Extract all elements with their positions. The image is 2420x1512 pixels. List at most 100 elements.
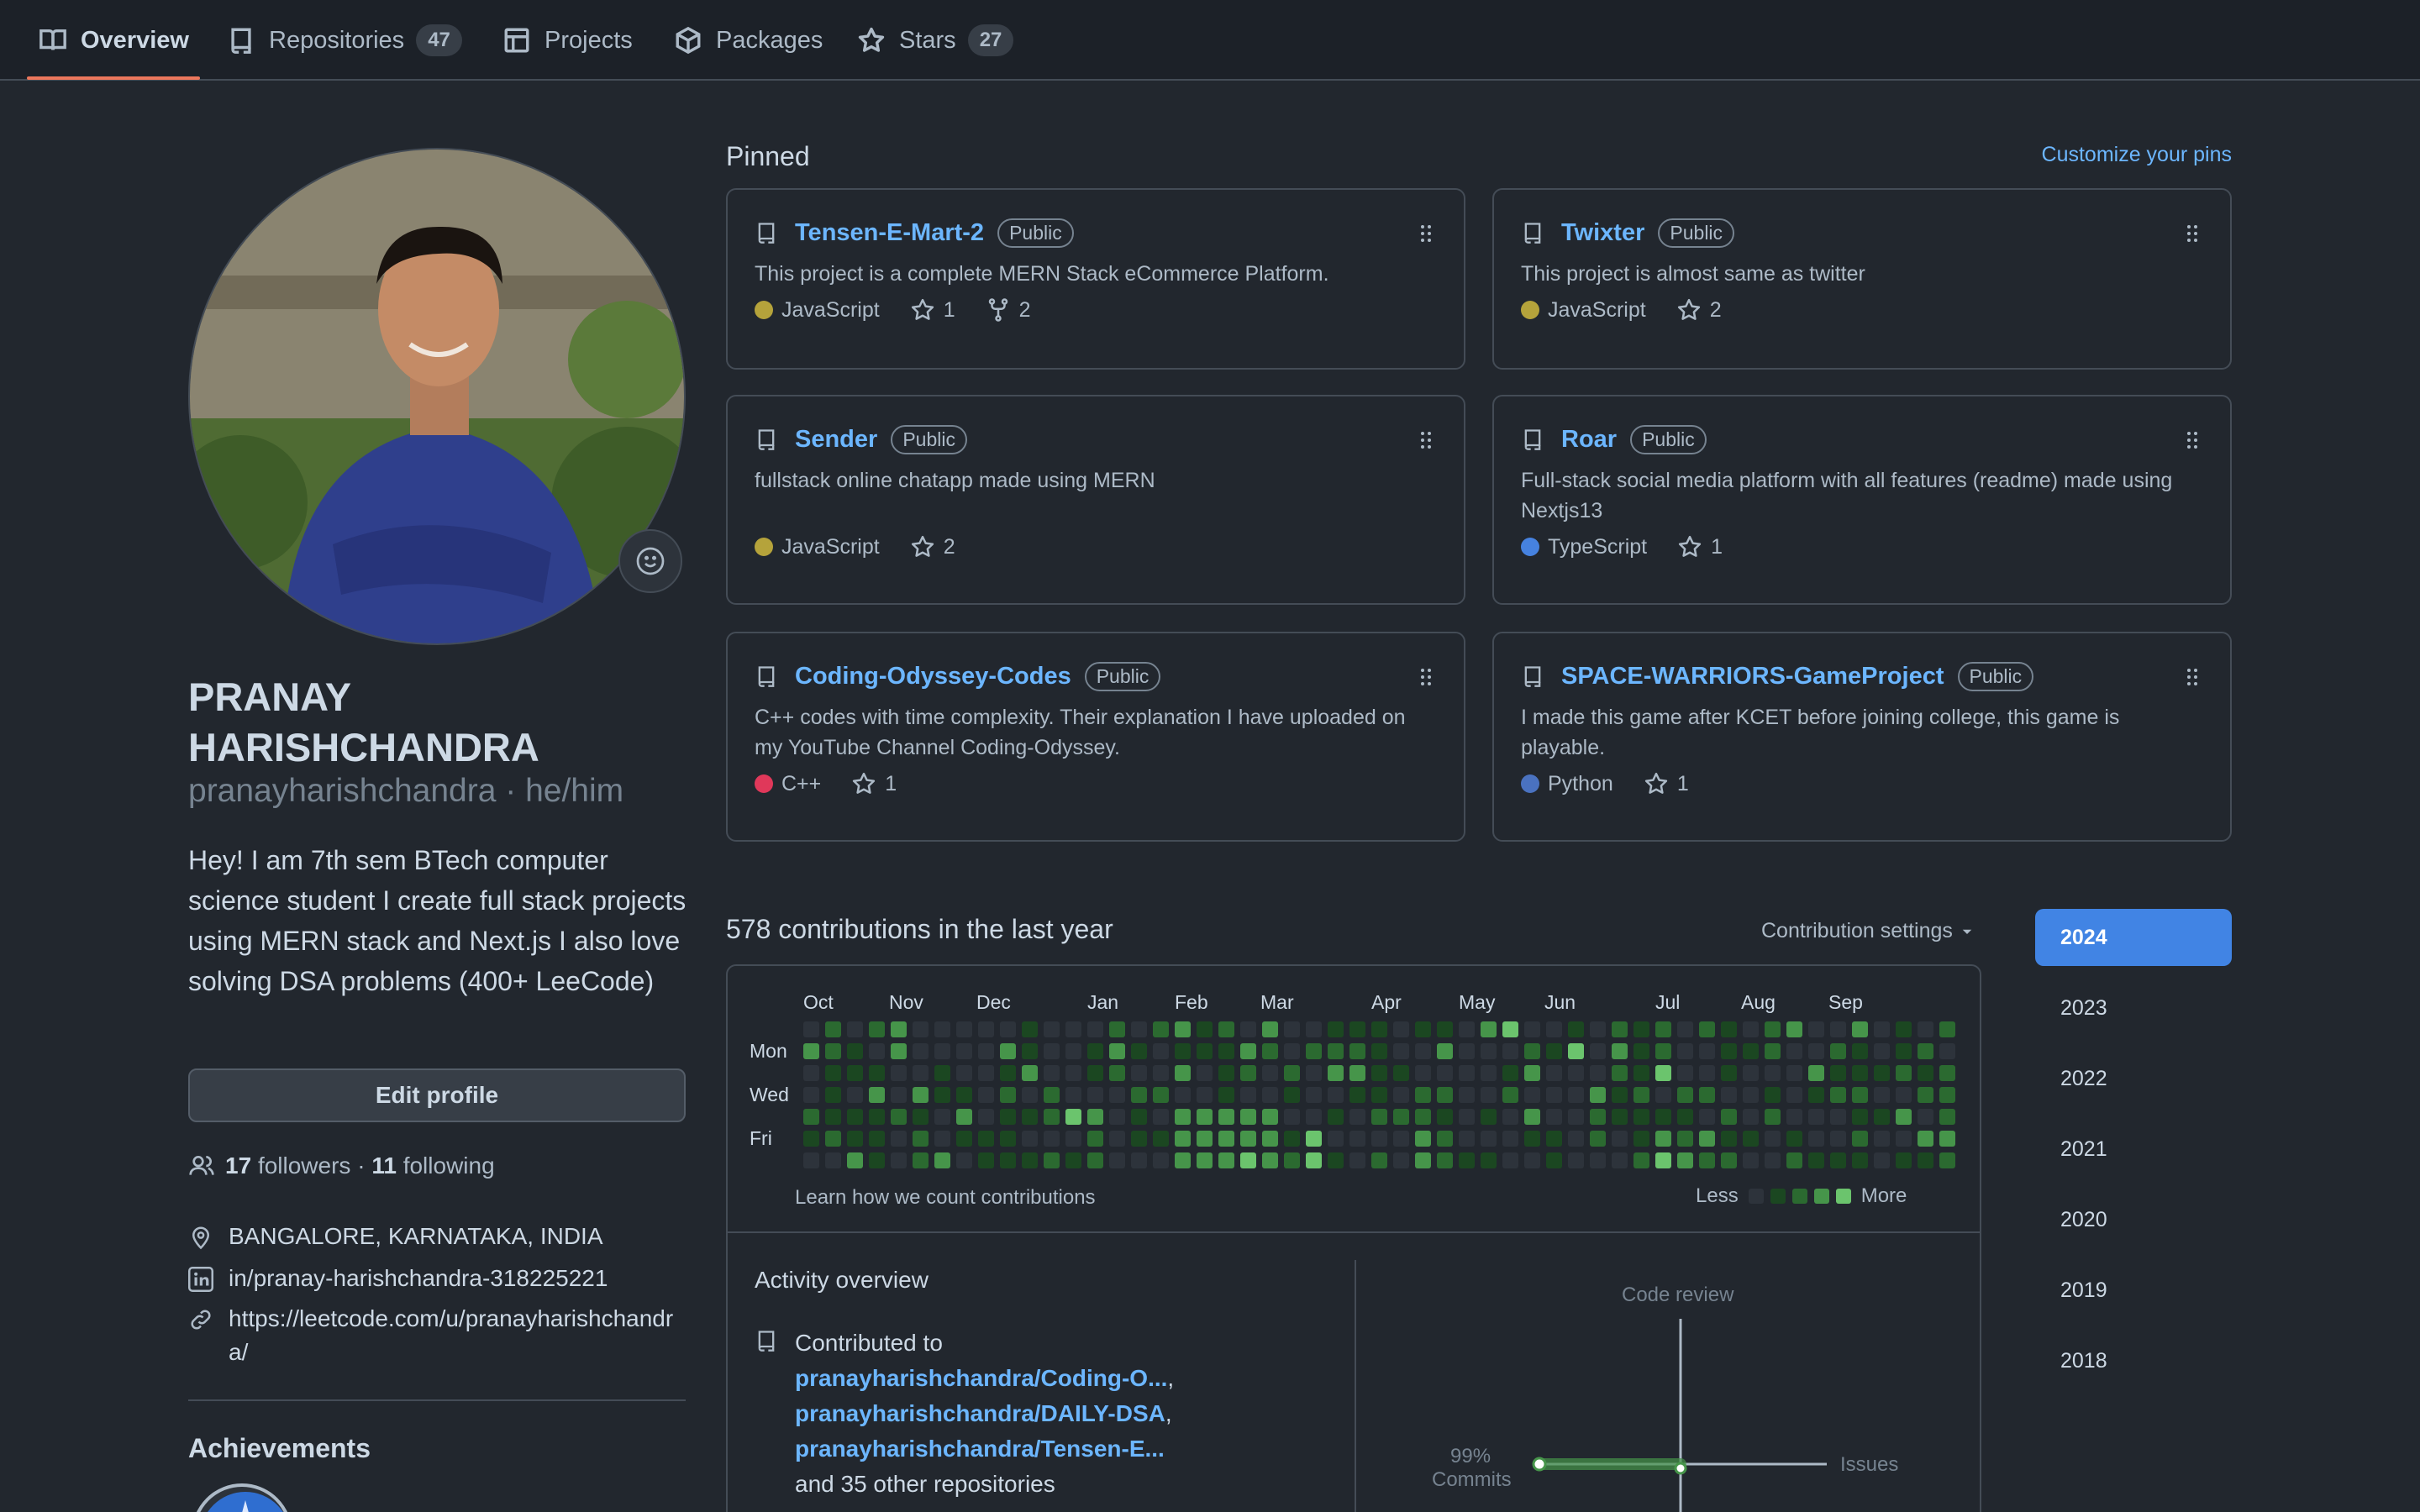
contribution-day[interactable] [1109, 1065, 1125, 1081]
contribution-day[interactable] [1328, 1043, 1344, 1059]
contribution-day[interactable] [1349, 1152, 1365, 1168]
contribution-day[interactable] [1022, 1087, 1038, 1103]
contribution-day[interactable] [1765, 1087, 1781, 1103]
contribution-day[interactable] [803, 1065, 819, 1081]
contribution-day[interactable] [1590, 1152, 1606, 1168]
contribution-day[interactable] [891, 1152, 907, 1168]
contribution-day[interactable] [1568, 1021, 1584, 1037]
contribution-day[interactable] [1415, 1152, 1431, 1168]
contribution-day[interactable] [1262, 1152, 1278, 1168]
contribution-day[interactable] [1065, 1152, 1081, 1168]
contribution-day[interactable] [1175, 1021, 1191, 1037]
contribution-day[interactable] [891, 1087, 907, 1103]
contribution-day[interactable] [1786, 1021, 1802, 1037]
contribution-day[interactable] [934, 1109, 950, 1125]
contribution-day[interactable] [934, 1065, 950, 1081]
contribution-day[interactable] [1896, 1087, 1912, 1103]
contribution-day[interactable] [1393, 1109, 1409, 1125]
contribution-day[interactable] [1655, 1131, 1671, 1147]
contribution-day[interactable] [1546, 1043, 1562, 1059]
contribution-day[interactable] [1677, 1087, 1693, 1103]
contribution-day[interactable] [934, 1043, 950, 1059]
contribution-day[interactable] [1481, 1152, 1497, 1168]
drag-handle-icon[interactable] [2186, 430, 2198, 450]
contribution-day[interactable] [1830, 1043, 1846, 1059]
contribution-day[interactable] [1808, 1131, 1824, 1147]
contribution-day[interactable] [1022, 1152, 1038, 1168]
contribution-day[interactable] [1153, 1043, 1169, 1059]
contribution-day[interactable] [1393, 1043, 1409, 1059]
contribution-day[interactable] [1109, 1131, 1125, 1147]
stars-link[interactable]: 2 [910, 534, 955, 559]
contribution-day[interactable] [1371, 1087, 1387, 1103]
contribution-day[interactable] [1918, 1021, 1933, 1037]
contribution-day[interactable] [1830, 1065, 1846, 1081]
contribution-day[interactable] [913, 1087, 929, 1103]
contribution-day[interactable] [1153, 1152, 1169, 1168]
contribution-day[interactable] [1852, 1087, 1868, 1103]
contribution-day[interactable] [1568, 1065, 1584, 1081]
contribution-day[interactable] [1939, 1109, 1955, 1125]
contribution-day[interactable] [1786, 1152, 1802, 1168]
contribution-day[interactable] [1765, 1021, 1781, 1037]
linkedin-link[interactable]: in/pranay-harishchandra-318225221 [229, 1265, 608, 1292]
contribution-day[interactable] [1568, 1043, 1584, 1059]
contribution-day[interactable] [1524, 1043, 1540, 1059]
contribution-day[interactable] [1240, 1043, 1256, 1059]
contribution-day[interactable] [1306, 1131, 1322, 1147]
contribution-day[interactable] [1131, 1109, 1147, 1125]
contribution-day[interactable] [1044, 1021, 1060, 1037]
contribution-day[interactable] [869, 1109, 885, 1125]
contribution-day[interactable] [1109, 1087, 1125, 1103]
contribution-day[interactable] [1284, 1131, 1300, 1147]
forks-link[interactable]: 2 [986, 297, 1031, 323]
contribution-day[interactable] [1065, 1109, 1081, 1125]
contribution-day[interactable] [978, 1043, 994, 1059]
contribution-day[interactable] [1175, 1152, 1191, 1168]
contribution-day[interactable] [1459, 1021, 1475, 1037]
contribution-day[interactable] [891, 1109, 907, 1125]
contribution-day[interactable] [1808, 1065, 1824, 1081]
contribution-day[interactable] [1240, 1152, 1256, 1168]
contribution-day[interactable] [1349, 1109, 1365, 1125]
contribution-day[interactable] [1634, 1021, 1649, 1037]
contribution-day[interactable] [1175, 1131, 1191, 1147]
tab-packages[interactable]: Packages [674, 0, 823, 81]
contribution-day[interactable] [1939, 1131, 1955, 1147]
contribution-day[interactable] [1874, 1021, 1890, 1037]
contribution-day[interactable] [913, 1152, 929, 1168]
contribution-day[interactable] [1765, 1109, 1781, 1125]
contribution-day[interactable] [1502, 1065, 1518, 1081]
tab-repositories[interactable]: Repositories 47 [227, 0, 462, 81]
contribution-day[interactable] [1022, 1021, 1038, 1037]
contribution-day[interactable] [1481, 1087, 1497, 1103]
contribution-day[interactable] [825, 1109, 841, 1125]
contribution-day[interactable] [1087, 1109, 1103, 1125]
customize-pins-link[interactable]: Customize your pins [2042, 143, 2232, 167]
contribution-day[interactable] [825, 1021, 841, 1037]
contribution-day[interactable] [1349, 1065, 1365, 1081]
contribution-day[interactable] [1371, 1021, 1387, 1037]
contribution-day[interactable] [913, 1065, 929, 1081]
contribution-day[interactable] [1568, 1152, 1584, 1168]
contribution-day[interactable] [803, 1087, 819, 1103]
drag-handle-icon[interactable] [1420, 430, 1432, 450]
contribution-day[interactable] [1502, 1109, 1518, 1125]
contribution-day[interactable] [1218, 1109, 1234, 1125]
contribution-day[interactable] [956, 1021, 972, 1037]
contribution-day[interactable] [1524, 1021, 1540, 1037]
contribution-day[interactable] [1328, 1087, 1344, 1103]
contribution-day[interactable] [1240, 1087, 1256, 1103]
contribution-day[interactable] [913, 1109, 929, 1125]
contribution-day[interactable] [891, 1043, 907, 1059]
contribution-day[interactable] [934, 1087, 950, 1103]
following-link[interactable]: 11 following [371, 1152, 494, 1179]
contribution-day[interactable] [1459, 1109, 1475, 1125]
stars-link[interactable]: 1 [1644, 771, 1689, 796]
contribution-day[interactable] [1481, 1065, 1497, 1081]
contribution-day[interactable] [1262, 1065, 1278, 1081]
contribution-day[interactable] [1546, 1152, 1562, 1168]
contribution-day[interactable] [1655, 1043, 1671, 1059]
contribution-day[interactable] [1634, 1109, 1649, 1125]
contribution-day[interactable] [1218, 1131, 1234, 1147]
